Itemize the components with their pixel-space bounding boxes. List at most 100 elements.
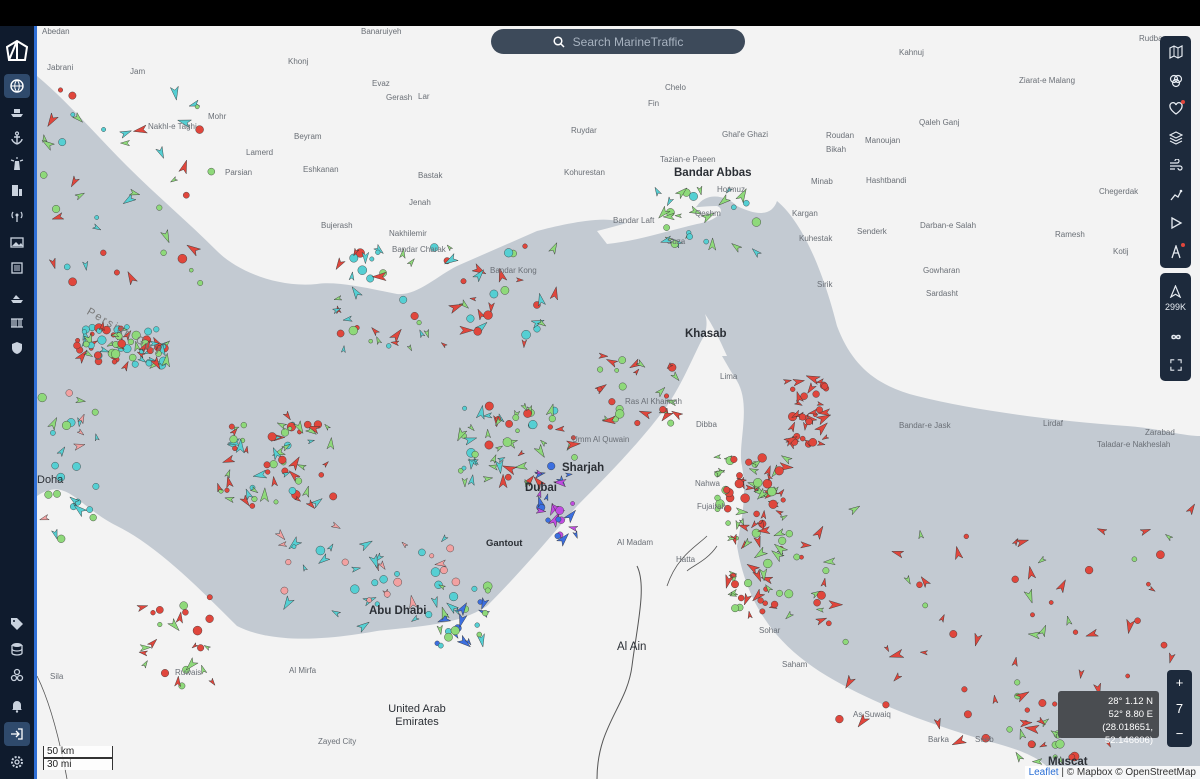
vessel-marker[interactable]	[1052, 701, 1058, 707]
vessel-marker[interactable]	[280, 428, 289, 437]
vessel-marker[interactable]	[160, 669, 169, 678]
vessel-marker[interactable]	[751, 528, 761, 538]
vessel-marker[interactable]	[608, 398, 616, 406]
tag-icon[interactable]	[4, 612, 30, 636]
vessel-marker[interactable]	[68, 175, 81, 189]
vessel-marker[interactable]	[243, 445, 249, 455]
vessel-marker[interactable]	[203, 644, 212, 651]
vessel-marker[interactable]	[820, 577, 828, 588]
vessel-marker[interactable]	[326, 436, 335, 451]
vessel-marker[interactable]	[888, 648, 905, 661]
vessel-marker[interactable]	[730, 455, 738, 463]
vessel-marker[interactable]	[282, 410, 292, 421]
vessel-marker[interactable]	[83, 340, 90, 348]
vessel-marker[interactable]	[482, 609, 489, 617]
vessel-marker[interactable]	[62, 420, 72, 430]
vessel-marker[interactable]	[53, 490, 61, 498]
vessel-marker[interactable]	[1039, 741, 1048, 749]
route-icon[interactable]	[1160, 181, 1191, 210]
vessel-marker[interactable]	[826, 620, 832, 627]
vessel-marker[interactable]	[750, 246, 763, 259]
vessel-marker[interactable]	[150, 610, 156, 616]
vessel-marker[interactable]	[100, 249, 107, 256]
vessel-marker[interactable]	[549, 286, 560, 301]
vessel-marker[interactable]	[808, 438, 817, 447]
vessel-marker[interactable]	[288, 487, 297, 495]
fullscreen-icon[interactable]	[1160, 351, 1191, 379]
vessel-marker[interactable]	[459, 325, 475, 335]
vessel-marker[interactable]	[793, 399, 803, 407]
vessel-marker[interactable]	[440, 566, 448, 575]
vessel-marker[interactable]	[38, 514, 50, 523]
vessel-marker[interactable]	[358, 538, 374, 552]
vessel-marker[interactable]	[406, 257, 416, 268]
vessel-marker[interactable]	[76, 428, 85, 437]
vessel-marker[interactable]	[1015, 537, 1030, 548]
vessel-marker[interactable]	[1134, 617, 1141, 624]
vessel-marker[interactable]	[92, 482, 100, 490]
vessel-marker[interactable]	[286, 536, 303, 552]
vessel-marker[interactable]	[224, 468, 232, 479]
play-icon[interactable]	[1160, 209, 1191, 238]
vessel-marker[interactable]	[155, 145, 167, 159]
vessel-marker[interactable]	[1014, 688, 1031, 703]
vessel-marker[interactable]	[750, 519, 759, 530]
vessel-marker[interactable]	[716, 193, 732, 208]
vessel-marker[interactable]	[138, 650, 149, 657]
vessel-marker[interactable]	[489, 453, 498, 465]
vessel-marker[interactable]	[812, 390, 820, 398]
vessel-marker[interactable]	[515, 428, 520, 433]
vessel-marker[interactable]	[375, 249, 381, 255]
vessel-marker[interactable]	[206, 594, 213, 601]
vessel-marker[interactable]	[1037, 624, 1048, 638]
vessel-marker[interactable]	[57, 534, 66, 543]
vessel-marker[interactable]	[768, 499, 778, 509]
vessel-marker[interactable]	[817, 590, 826, 600]
vessel-marker[interactable]	[50, 430, 56, 436]
vessel-marker[interactable]	[563, 508, 578, 524]
vessel-marker[interactable]	[276, 420, 288, 431]
vessel-marker[interactable]	[1085, 628, 1100, 639]
vessel-marker[interactable]	[482, 475, 494, 483]
vessel-marker[interactable]	[461, 477, 468, 488]
leaflet-link[interactable]: Leaflet	[1029, 767, 1059, 778]
vessel-marker[interactable]	[776, 589, 783, 597]
vessel-marker[interactable]	[805, 418, 813, 426]
vessel-marker[interactable]	[740, 493, 750, 503]
vessel-marker[interactable]	[785, 530, 793, 538]
vessel-marker[interactable]	[342, 315, 353, 323]
vessel-marker[interactable]	[167, 617, 182, 634]
vessel-marker[interactable]	[787, 421, 797, 433]
vessel-marker[interactable]	[326, 543, 335, 552]
vessel-marker[interactable]	[779, 514, 788, 522]
vessel-marker[interactable]	[91, 408, 99, 416]
vessel-marker[interactable]	[96, 328, 102, 334]
vessel-marker[interactable]	[331, 608, 342, 618]
vessel-marker[interactable]	[461, 465, 467, 471]
weather-icon[interactable]	[1160, 152, 1191, 181]
vessel-marker[interactable]	[543, 493, 550, 502]
vessel-marker[interactable]	[757, 453, 767, 463]
vessel-marker[interactable]	[323, 423, 332, 431]
layers-icon[interactable]	[1160, 124, 1191, 153]
vessel-marker[interactable]	[1026, 565, 1037, 580]
ship-icon[interactable]	[4, 100, 30, 124]
news-icon[interactable]	[4, 256, 30, 280]
vessel-marker[interactable]	[972, 632, 983, 647]
vessel-marker[interactable]	[118, 128, 133, 139]
vessel-marker[interactable]	[813, 599, 821, 607]
vessel-marker[interactable]	[555, 516, 562, 523]
vessel-marker[interactable]	[269, 460, 278, 469]
vessel-marker[interactable]	[64, 263, 71, 271]
vessel-marker[interactable]	[1024, 707, 1030, 713]
vessel-marker[interactable]	[1164, 533, 1174, 542]
vessel-marker[interactable]	[753, 478, 763, 488]
vessel-marker[interactable]	[760, 509, 767, 520]
vessel-marker[interactable]	[1017, 728, 1027, 741]
vessel-marker[interactable]	[120, 360, 130, 372]
vessel-marker[interactable]	[770, 600, 779, 609]
vessel-marker[interactable]	[782, 378, 793, 385]
vessel-marker[interactable]	[512, 414, 520, 421]
vessel-marker[interactable]	[182, 191, 190, 199]
vessel-marker[interactable]	[554, 532, 561, 540]
